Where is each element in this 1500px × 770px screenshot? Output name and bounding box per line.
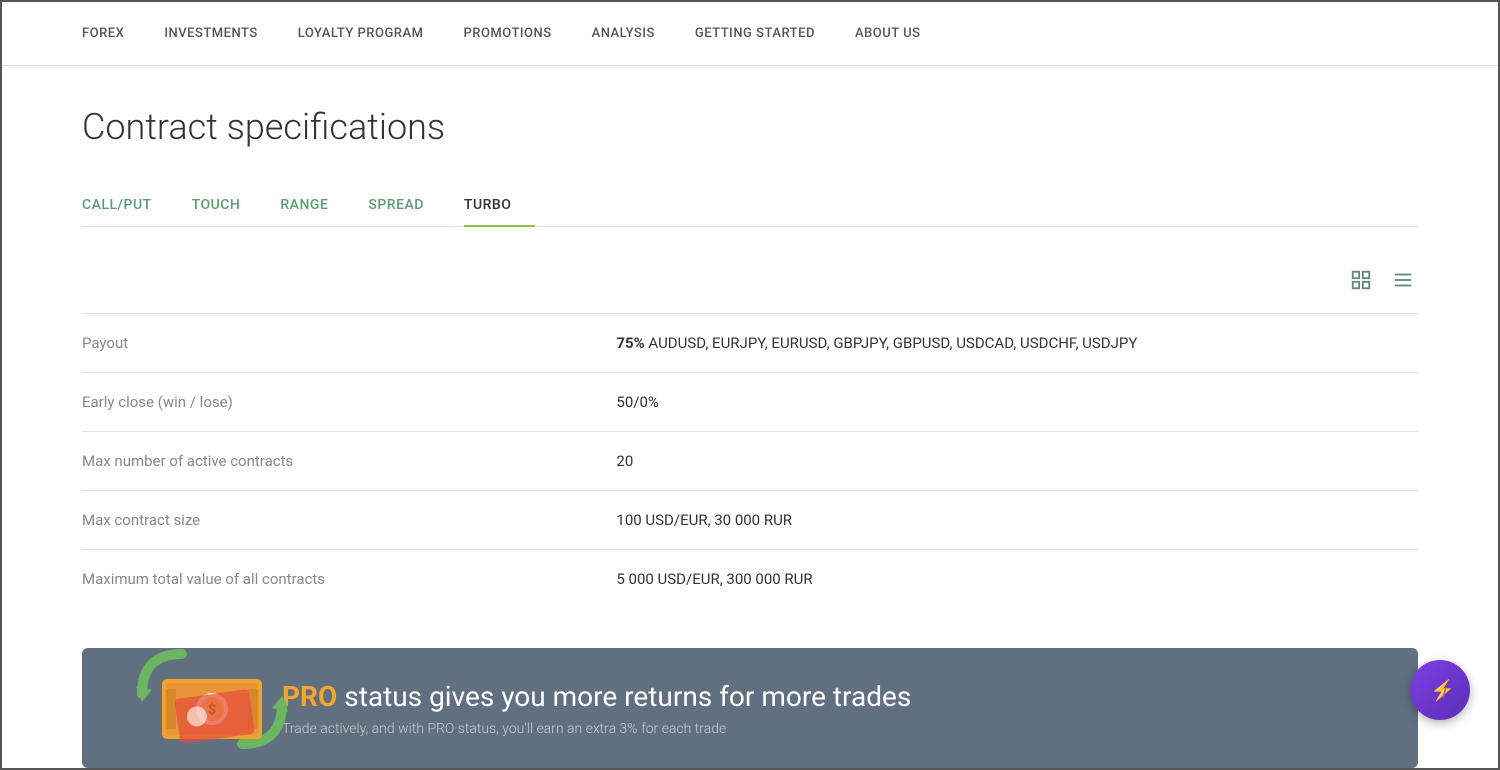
nav-item-loyalty-program[interactable]: LOYALTY PROGRAM [298, 6, 424, 61]
spec-label: Max contract size [82, 491, 616, 550]
spec-value: 75% AUDUSD, EURJPY, EURUSD, GBPJPY, GBPU… [616, 314, 1418, 373]
nav-item-about-us[interactable]: ABOUT US [855, 6, 921, 61]
view-toggle-group [82, 267, 1418, 293]
spec-label: Maximum total value of all contracts [82, 550, 616, 609]
table-row: Payout75% AUDUSD, EURJPY, EURUSD, GBPJPY… [82, 314, 1418, 373]
tab-call-put[interactable]: CALL/PUT [82, 185, 176, 227]
table-row: Max contract size100 USD/EUR, 30 000 RUR [82, 491, 1418, 550]
spec-label: Max number of active contracts [82, 432, 616, 491]
nav-item-forex[interactable]: FOREX [82, 6, 124, 61]
list-view-button[interactable] [1388, 267, 1418, 293]
nav-item-getting-started[interactable]: GETTING STARTED [695, 6, 815, 61]
table-row: Maximum total value of all contracts5 00… [82, 550, 1418, 609]
banner-title: PRO status gives you more returns for mo… [282, 680, 1358, 713]
specs-table: Payout75% AUDUSD, EURJPY, EURUSD, GBPJPY… [82, 313, 1418, 608]
banner-illustration: $ [122, 634, 302, 768]
tabs-container: CALL/PUT TOUCH RANGE SPREAD TURBO [82, 184, 1418, 227]
spec-value: 50/0% [616, 373, 1418, 432]
tab-touch[interactable]: TOUCH [192, 185, 265, 227]
spec-label: Payout [82, 314, 616, 373]
spec-label: Early close (win / lose) [82, 373, 616, 432]
spec-value: 20 [616, 432, 1418, 491]
nav-item-investments[interactable]: INVESTMENTS [164, 6, 257, 61]
banner-title-rest: status gives you more returns for more t… [337, 680, 911, 713]
tab-turbo[interactable]: TURBO [464, 185, 536, 227]
promo-banner: $ PRO status gives you more returns for … [82, 648, 1418, 768]
spec-value: 100 USD/EUR, 30 000 RUR [616, 491, 1418, 550]
banner-text: PRO status gives you more returns for mo… [282, 680, 1358, 737]
payout-percent: 75% [616, 334, 644, 352]
nav-item-analysis[interactable]: ANALYSIS [592, 6, 655, 61]
chat-icon-button[interactable]: ⚡ / [1410, 660, 1470, 720]
spec-value: 5 000 USD/EUR, 300 000 RUR [616, 550, 1418, 609]
tab-spread[interactable]: SPREAD [368, 185, 448, 227]
banner-subtitle: Trade actively, and with PRO status, you… [282, 721, 1358, 737]
grid-view-button[interactable] [1346, 267, 1376, 293]
nav-item-promotions[interactable]: PROMOTIONS [463, 6, 551, 61]
table-row: Max number of active contracts20 [82, 432, 1418, 491]
table-row: Early close (win / lose)50/0% [82, 373, 1418, 432]
main-navigation: FOREX INVESTMENTS LOYALTY PROGRAM PROMOTION… [2, 2, 1498, 66]
tab-range[interactable]: RANGE [280, 185, 352, 227]
svg-text:/: / [1441, 685, 1448, 701]
page-title: Contract specifications [82, 106, 1418, 148]
main-content: Contract specifications CALL/PUT TOUCH RAN… [2, 66, 1498, 768]
